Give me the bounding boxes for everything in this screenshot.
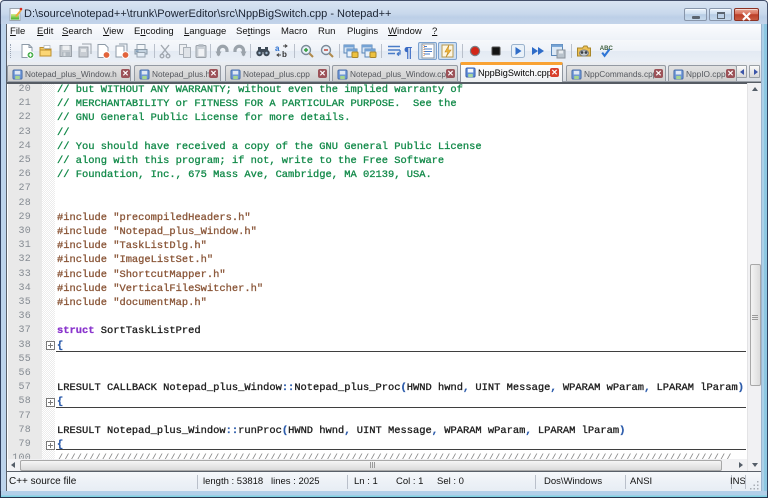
svg-text:b: b <box>282 50 287 59</box>
svg-text:a: a <box>275 44 280 53</box>
svg-text:¶: ¶ <box>404 44 412 59</box>
svg-text:ABC: ABC <box>600 46 614 52</box>
